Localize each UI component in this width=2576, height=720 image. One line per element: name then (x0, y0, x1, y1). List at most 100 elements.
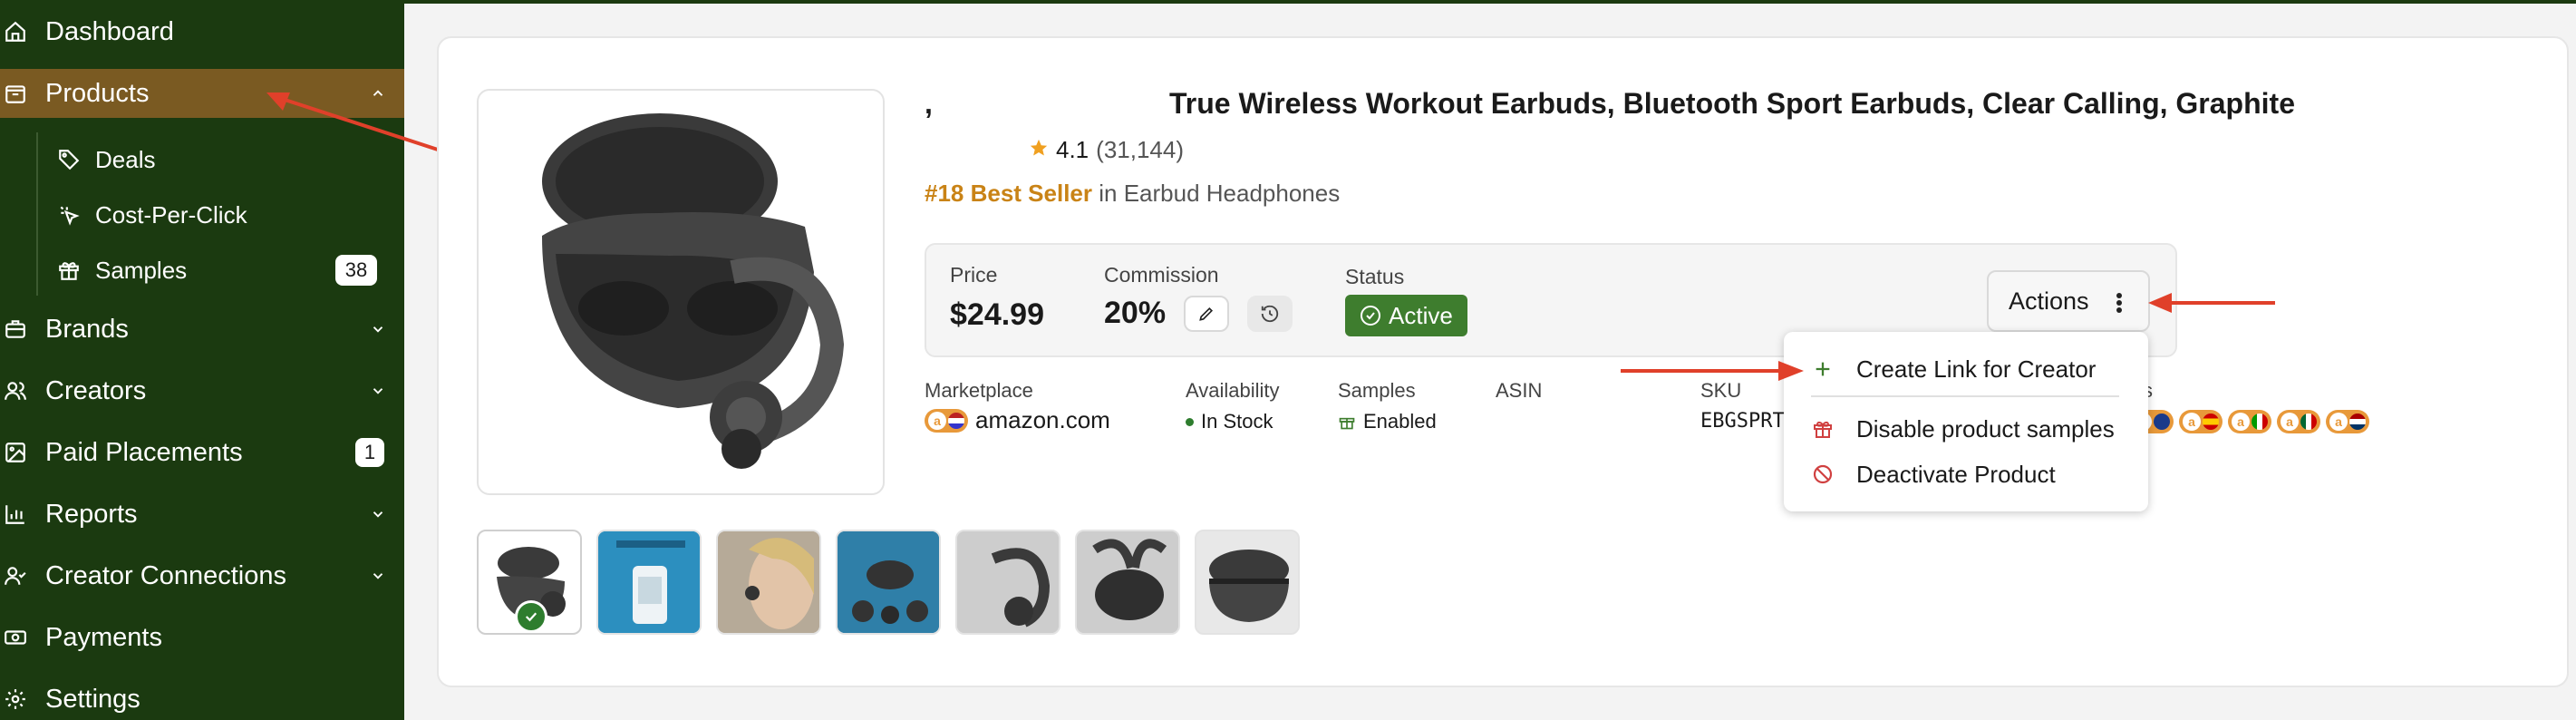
price-label: Price (950, 263, 998, 287)
thumbnail-3[interactable] (716, 530, 821, 635)
top-accent-line (404, 0, 2576, 4)
menu-divider (1811, 395, 2119, 397)
status-label: Status (1345, 265, 1405, 288)
sidebar-item-brands[interactable]: Brands (0, 310, 404, 348)
product-title-prefix: , (925, 87, 933, 120)
sidebar-item-label: Cost-Per-Click (95, 200, 247, 229)
marketplace-value: amazon.com (975, 406, 1110, 433)
annotation-arrow-actions (2148, 293, 2275, 313)
chevron-down-icon (368, 566, 388, 586)
paid-placements-count-badge: 1 (355, 438, 384, 467)
sidebar-item-samples[interactable]: Samples 38 (54, 252, 390, 288)
best-seller-rank: #18 Best Seller in Earbud Headphones (925, 180, 1340, 208)
check-circle-icon (1361, 306, 1380, 326)
gift-icon (54, 256, 83, 285)
availability-label: Availability (1186, 379, 1280, 402)
sidebar-item-label: Brands (45, 314, 129, 344)
edit-commission-button[interactable] (1184, 296, 1229, 332)
sidebar-item-reports[interactable]: Reports (0, 495, 404, 533)
user-check-icon (0, 560, 31, 591)
rating-count: (31,144) (1096, 136, 1184, 163)
thumb-image (838, 531, 939, 633)
image-icon (0, 437, 31, 468)
selected-check-icon (515, 600, 547, 633)
amazon-it-flag-icon[interactable]: a (2228, 410, 2271, 433)
package-icon (0, 78, 31, 109)
status-value: Active (1389, 301, 1453, 329)
thumbnail-5[interactable] (955, 530, 1060, 635)
more-vertical-icon (2116, 292, 2123, 320)
amazon-mx-flag-icon[interactable]: a (2277, 410, 2320, 433)
sidebar-item-label: Creators (45, 375, 147, 405)
gift-icon (1339, 417, 1355, 430)
sidebar-item-label: Samples (95, 256, 188, 284)
gear-icon (0, 684, 31, 715)
sidebar-item-label: Deals (95, 145, 156, 173)
thumbnail-6[interactable] (1075, 530, 1180, 635)
sidebar-item-paid-placements[interactable]: Paid Placements 1 (0, 433, 404, 472)
sidebar-item-creators[interactable]: Creators (0, 372, 404, 410)
thumbnail-7[interactable] (1195, 530, 1300, 635)
chevron-down-icon (368, 381, 388, 401)
thumbnail-2[interactable] (596, 530, 702, 635)
amazon-nl-flag-icon[interactable]: a (2326, 410, 2369, 433)
commission-history-button[interactable] (1247, 296, 1293, 332)
rank-link[interactable]: #18 Best Seller (925, 180, 1092, 207)
menu-item-create-link[interactable]: Create Link for Creator (1784, 348, 2148, 390)
earbuds-case-image (542, 113, 845, 469)
commission-value: 20% (1104, 296, 1167, 330)
sidebar-item-label: Dashboard (45, 16, 174, 46)
actions-label: Actions (2009, 287, 2089, 315)
other-marketplaces-flags: a a a a a (2130, 410, 2369, 433)
amazon-es-flag-icon[interactable]: a (2179, 410, 2223, 433)
ban-icon (1809, 461, 1836, 488)
briefcase-icon (0, 314, 31, 345)
samples-value: Enabled (1363, 410, 1437, 433)
rank-category: in Earbud Headphones (1092, 180, 1341, 207)
thumb-image (1077, 531, 1178, 633)
sidebar-item-creator-connections[interactable]: Creator Connections (0, 557, 404, 595)
rating-value: 4.1 (1056, 136, 1089, 163)
status-badge: Active (1345, 295, 1467, 336)
bar-chart-icon (0, 499, 31, 530)
sku-value: EBGSPRT (1700, 410, 1785, 433)
menu-item-deactivate-product[interactable]: Deactivate Product (1784, 453, 2148, 495)
sidebar-item-label: Reports (45, 499, 138, 529)
in-stock-dot-icon (1186, 417, 1194, 426)
menu-item-disable-samples[interactable]: Disable product samples (1784, 408, 2148, 450)
sidebar-item-cost-per-click[interactable]: Cost-Per-Click (54, 197, 390, 233)
history-icon (1261, 305, 1279, 323)
sidebar-item-label: Products (45, 78, 150, 108)
menu-item-label: Deactivate Product (1856, 460, 2056, 488)
thumb-image (718, 531, 819, 633)
menu-item-label: Disable product samples (1856, 414, 2115, 443)
plus-icon (1809, 355, 1836, 383)
sidebar-item-settings[interactable]: Settings (0, 680, 404, 718)
users-icon (0, 375, 31, 406)
home-icon (0, 16, 31, 47)
samples-count-badge: 38 (335, 255, 377, 286)
star-icon (1029, 136, 1049, 164)
commission-label: Commission (1104, 263, 1219, 287)
product-title: True Wireless Workout Earbuds, Bluetooth… (1169, 87, 2295, 120)
chevron-down-icon (368, 504, 388, 524)
tag-icon (54, 145, 83, 174)
thumb-image (1196, 531, 1298, 633)
sidebar-item-payments[interactable]: Payments (0, 618, 404, 657)
marketplace-label: Marketplace (925, 379, 1033, 402)
thumbnail-1-selected[interactable] (477, 530, 582, 635)
samples-label: Samples (1338, 379, 1416, 402)
amazon-us-flag-icon: a (925, 408, 968, 433)
thumbnail-4[interactable] (836, 530, 941, 635)
product-rating: 4.1 (31,144) (1029, 136, 1184, 164)
samples-value-row: Enabled (1338, 410, 1437, 433)
thumb-image (957, 531, 1059, 633)
menu-item-label: Create Link for Creator (1856, 355, 2097, 383)
sidebar-item-label: Settings (45, 684, 140, 714)
marketplace-value-row: a amazon.com (925, 406, 1110, 434)
gift-icon (1809, 415, 1836, 443)
actions-button[interactable]: Actions (1987, 270, 2150, 332)
sidebar-item-dashboard[interactable]: Dashboard (0, 13, 404, 51)
product-main-image[interactable] (477, 89, 885, 495)
sidebar-item-label: Payments (45, 622, 162, 652)
